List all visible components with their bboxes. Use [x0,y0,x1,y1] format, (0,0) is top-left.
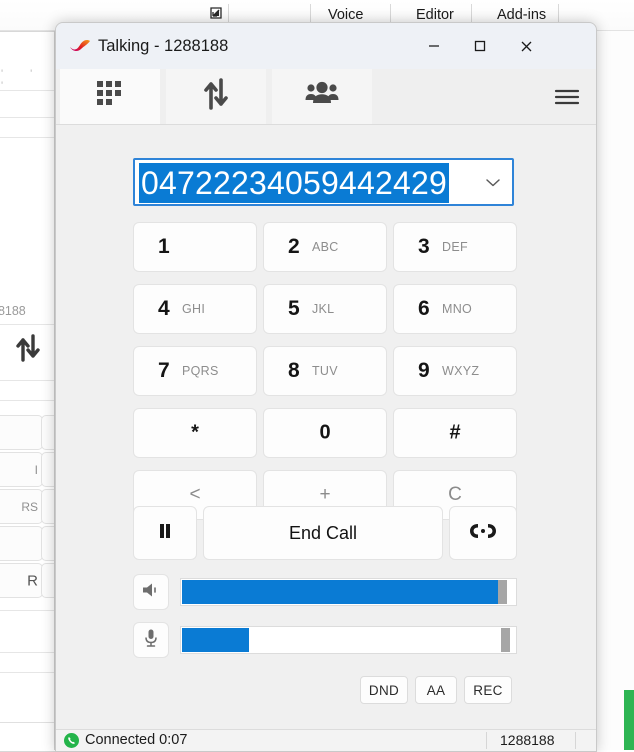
speaker-button[interactable] [133,574,169,610]
microphone-icon [143,628,159,653]
chevron-down-icon[interactable] [480,160,506,204]
key-4[interactable]: 4 GHI [133,284,257,334]
window-title: Talking - 1288188 [98,37,229,55]
call-status-text: Connected 0:07 [85,732,188,748]
key-hash[interactable]: # [393,408,517,458]
key-9[interactable]: 9 WXYZ [393,346,517,396]
speaker-icon [141,581,161,604]
speaker-volume-slider[interactable] [180,578,517,606]
pause-icon [157,522,173,545]
background-window-number: 88188 [0,304,26,318]
key-8[interactable]: 8 TUV [263,346,387,396]
end-call-label: End Call [288,522,358,543]
background-keypad-key[interactable]: R [0,563,43,598]
key-6[interactable]: 6 MNO [393,284,517,334]
microphone-volume-thumb[interactable] [501,628,510,652]
background-keypad-key[interactable] [0,415,43,450]
microphone-volume-row [133,622,517,658]
tab-dialpad[interactable] [60,69,160,124]
keypad-row: 4 GHI 5 JKL 6 MNO [133,284,517,340]
tab-contacts[interactable] [272,69,372,124]
right-background-pane [596,31,634,750]
hold-button[interactable] [133,506,197,560]
status-call-number: 1288188 [500,732,555,748]
background-keypad-key[interactable] [0,526,43,561]
background-keypad-key[interactable]: I [0,452,43,487]
talking-call-window: Talking - 1288188 04722234059442429 1 2 … [55,22,597,752]
record-button[interactable]: REC [464,676,512,704]
microphone-button[interactable] [133,622,169,658]
key-star[interactable]: * [133,408,257,458]
keypad-row: 1 2 ABC 3 DEF [133,222,517,278]
keypad-row: 7 PQRS 8 TUV 9 WXYZ [133,346,517,402]
background-window[interactable]: ' ' ' 88188 I RS R [0,31,73,752]
speaker-volume-thumb[interactable] [498,580,507,604]
microphone-volume-slider[interactable] [180,626,517,654]
key-1[interactable]: 1 [133,222,257,272]
key-0[interactable]: 0 [263,408,387,458]
status-bar: Connected 0:07 1288188 [56,729,596,751]
key-7[interactable]: 7 PQRS [133,346,257,396]
call-toggles: DND AA REC [360,676,517,704]
background-green-accent [624,690,634,750]
key-3[interactable]: 3 DEF [393,222,517,272]
dialpad-icon [96,79,124,114]
status-separator [575,732,576,749]
transfer-arrows-icon [202,78,230,115]
dialog-launcher-icon[interactable] [208,5,224,21]
transfer-call-button[interactable] [449,506,517,560]
call-transfer-icon [467,521,499,546]
close-icon[interactable] [503,23,549,69]
minimize-icon[interactable] [411,23,457,69]
transfer-arrows-icon[interactable] [15,332,41,367]
key-2[interactable]: 2 ABC [263,222,387,272]
phone-number-input[interactable]: 04722234059442429 [139,163,449,203]
background-window-dots: ' ' ' [1,68,45,92]
speaker-volume-fill [182,580,507,604]
phone-number-combobox[interactable]: 04722234059442429 [133,158,514,206]
call-actions: End Call [133,506,517,560]
microphone-volume-fill [182,628,249,652]
dnd-button[interactable]: DND [360,676,408,704]
dialpad-panel: 04722234059442429 1 2 ABC 3 DEF 4 GHI 5 JKL … [56,125,596,731]
speaker-volume-row [133,574,517,610]
keypad-row: * 0 # [133,408,517,464]
tab-transfer[interactable] [166,69,266,124]
keypad: 1 2 ABC 3 DEF 4 GHI 5 JKL 6 MNO 7 PQRS 8 TUV 9W… [133,222,517,532]
hamburger-menu-icon[interactable] [544,69,590,124]
auto-answer-button[interactable]: AA [415,676,457,704]
status-separator [486,732,487,749]
connected-phone-icon [64,733,79,748]
talking-app-icon [69,37,91,55]
maximize-icon[interactable] [457,23,503,69]
key-5[interactable]: 5 JKL [263,284,387,334]
people-group-icon [305,81,339,112]
title-bar[interactable]: Talking - 1288188 [56,23,596,69]
end-call-button[interactable]: End Call [203,506,443,560]
tab-strip [56,69,596,125]
background-keypad-key[interactable]: RS [0,489,43,524]
